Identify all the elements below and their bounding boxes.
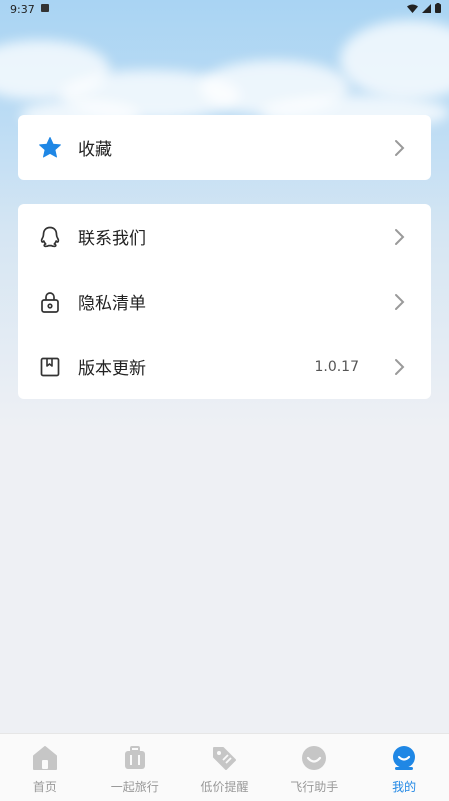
menu-card: 联系我们 隐私清单 版本更新 1.0.17 — [18, 204, 431, 399]
chevron-right-icon — [395, 293, 405, 310]
bottom-tab-bar: 首页 一起旅行 低价提醒 飞行助手 我的 — [0, 733, 449, 801]
tab-label: 我的 — [392, 780, 417, 794]
tab-low-price-alert[interactable]: 低价提醒 — [180, 734, 270, 801]
favorites-row[interactable]: 收藏 — [18, 115, 431, 180]
status-icons — [407, 3, 441, 13]
lock-icon — [38, 290, 62, 314]
notification-icon — [41, 4, 49, 12]
home-icon — [31, 744, 59, 772]
chevron-right-icon — [395, 139, 405, 156]
signal-icon — [422, 3, 431, 13]
version-number: 1.0.17 — [314, 358, 359, 375]
contact-us-label: 联系我们 — [78, 229, 146, 249]
qq-icon — [38, 225, 62, 249]
profile-icon — [390, 744, 418, 772]
wifi-icon — [407, 4, 418, 13]
version-update-label: 版本更新 — [78, 359, 146, 379]
bookmark-book-icon — [38, 355, 62, 379]
version-update-row[interactable]: 版本更新 1.0.17 — [18, 334, 431, 399]
tab-travel-together[interactable]: 一起旅行 — [90, 734, 180, 801]
battery-icon — [435, 3, 441, 13]
favorites-label: 收藏 — [78, 140, 112, 160]
status-bar: 9:37 — [0, 0, 449, 18]
tab-label: 低价提醒 — [200, 780, 249, 794]
tab-home[interactable]: 首页 — [0, 734, 90, 801]
chevron-right-icon — [395, 358, 405, 375]
price-tag-icon — [210, 744, 238, 772]
tab-label: 首页 — [32, 780, 57, 794]
smile-icon — [300, 744, 328, 772]
privacy-list-label: 隐私清单 — [78, 294, 146, 314]
favorites-card: 收藏 — [18, 115, 431, 180]
tab-mine[interactable]: 我的 — [359, 734, 449, 801]
tab-flight-assistant[interactable]: 飞行助手 — [269, 734, 359, 801]
status-time: 9:37 — [10, 3, 35, 16]
suitcase-icon — [121, 744, 149, 772]
chevron-right-icon — [395, 228, 405, 245]
contact-us-row[interactable]: 联系我们 — [18, 204, 431, 269]
tab-label: 一起旅行 — [110, 780, 159, 794]
star-icon — [38, 136, 62, 160]
tab-label: 飞行助手 — [290, 780, 339, 794]
privacy-list-row[interactable]: 隐私清单 — [18, 269, 431, 334]
